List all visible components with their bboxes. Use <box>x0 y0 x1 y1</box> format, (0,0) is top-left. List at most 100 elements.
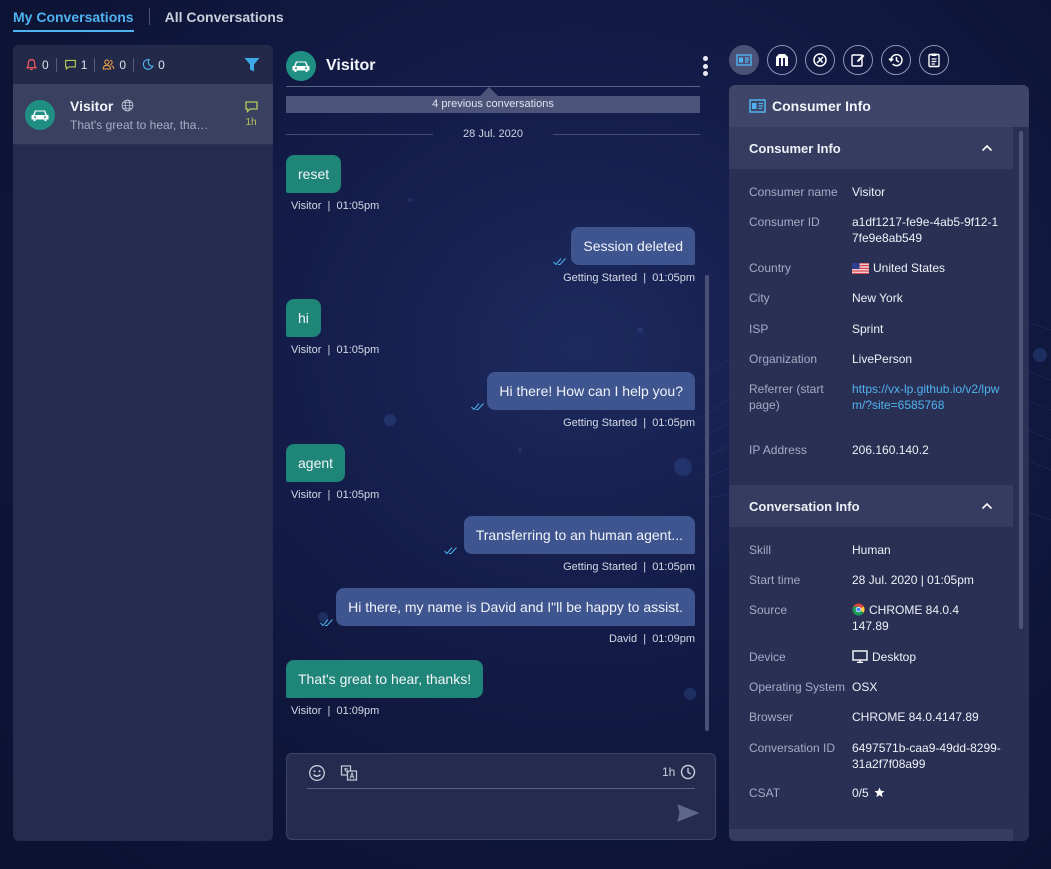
date-separator: 28 Jul. 2020 <box>286 127 700 141</box>
message-input[interactable] <box>307 794 667 834</box>
consumer-info-panel: Consumer Info Consumer Info Consumer nam… <box>729 85 1029 841</box>
previous-conversations-notch <box>480 87 498 96</box>
conversation-list-item[interactable]: Visitor That's great to hear, thanks! 1h <box>13 85 273 145</box>
clipboard-button[interactable] <box>919 45 949 75</box>
conversation-list-panel: 0 1 0 0 Visitor That's great to hear, th <box>13 45 273 841</box>
star-icon <box>874 787 885 798</box>
info-label: CSAT <box>749 786 781 800</box>
message-bubble: That's great to hear, thanks! <box>286 660 484 698</box>
date-label: 28 Jul. 2020 <box>463 128 523 140</box>
message-bubble: Hi there! How can I help you? <box>487 372 695 410</box>
emoji-icon[interactable] <box>308 764 326 782</box>
panel-scrollbar[interactable] <box>1019 131 1023 629</box>
next-section-edge <box>729 829 1013 841</box>
bell-icon <box>25 59 38 71</box>
counter-divider <box>133 57 135 72</box>
notes-button[interactable] <box>843 45 873 75</box>
message-agent: Transferring to an human agent... Gettin… <box>463 516 695 573</box>
info-value: https://vx-lp.github.io/v2/lpwm/?site=65… <box>852 381 1002 413</box>
messages-count: 1 <box>80 57 88 72</box>
info-row: CSAT 0/5 <box>749 785 1019 801</box>
chat-scrollbar[interactable] <box>705 275 709 731</box>
message-bubble: reset <box>286 155 342 193</box>
chat-bubble-icon <box>244 101 258 113</box>
referrer-link[interactable]: https://vx-lp.github.io/v2/lpwm/?site=65… <box>852 382 999 412</box>
engagement-icon <box>776 54 788 66</box>
read-ticks-icon <box>444 547 457 555</box>
chevron-up-icon <box>981 144 993 152</box>
info-row: City New York <box>749 290 1019 306</box>
notes-icon <box>851 54 865 67</box>
info-row: Browser CHROME 84.0.4147.89 <box>749 709 1019 725</box>
info-label: Consumer ID <box>749 215 820 229</box>
info-value: 6497571b-caa9-49dd-8299-31a2f7f08a99 <box>852 741 1001 771</box>
avatar <box>25 99 55 130</box>
message-meta: Visitor | 01:05pm <box>291 489 380 501</box>
previous-conversations-button[interactable]: 4 previous conversations <box>286 96 700 113</box>
message-visitor: hi Visitor | 01:05pm <box>286 299 379 356</box>
panel-title: Consumer Info <box>772 98 871 114</box>
info-value: CHROME 84.0.4147.89 <box>852 710 979 724</box>
filter-icon[interactable] <box>243 56 261 74</box>
composer-time: 1h <box>662 765 676 779</box>
info-row: Organization LivePerson <box>749 351 1019 367</box>
chat-bubble-icon <box>64 59 76 71</box>
info-row: IP Address 206.160.140.2 <box>749 442 1019 458</box>
clock-icon[interactable] <box>680 764 696 780</box>
users-icon <box>103 59 115 70</box>
info-value: New York <box>852 291 903 305</box>
info-row: Operating System OSX <box>749 679 1019 695</box>
messages-counter[interactable]: 1 <box>64 57 88 72</box>
message-bubble: hi <box>286 299 321 337</box>
conversation-name: Visitor <box>70 98 241 114</box>
info-row: Device Desktop <box>749 649 1019 665</box>
more-options-icon[interactable] <box>703 56 709 76</box>
message-meta: Getting Started | 01:05pm <box>563 272 695 284</box>
info-row: Referrer (start page) https://vx-lp.githu… <box>749 381 1019 413</box>
widget-button[interactable] <box>805 45 835 75</box>
alerts-count: 0 <box>42 57 49 72</box>
globe-icon <box>121 99 134 112</box>
conversation-preview: That's great to hear, thanks! <box>70 117 210 132</box>
chat-avatar <box>286 51 316 81</box>
chevron-up-icon <box>981 502 993 510</box>
consumer-info-section-header[interactable]: Consumer Info <box>729 127 1013 169</box>
message-visitor: agent Visitor | 01:05pm <box>286 444 379 501</box>
history-button[interactable] <box>881 45 911 75</box>
consumer-info-button[interactable] <box>729 45 759 75</box>
consumer-info-icon <box>749 99 766 113</box>
info-value: 28 Jul. 2020 | 01:05pm <box>852 573 974 587</box>
moon-icon <box>142 59 154 70</box>
tab-all-conversations[interactable]: All Conversations <box>165 8 284 32</box>
info-value: OSX <box>852 680 878 694</box>
translate-icon[interactable] <box>340 764 358 782</box>
message-meta: Visitor | 01:05pm <box>291 344 380 356</box>
message-bubble: agent <box>286 444 346 482</box>
agents-counter[interactable]: 0 <box>102 58 126 72</box>
message-meta: David | 01:09pm <box>608 633 695 645</box>
message-bubble: Session deleted <box>571 227 695 265</box>
info-row: Source CHROME 84.0.4147.89 <box>749 602 1019 634</box>
counter-divider <box>55 57 57 72</box>
info-label: IP Address <box>749 443 807 457</box>
chat-title: Visitor <box>326 57 376 74</box>
tab-divider <box>148 8 150 25</box>
conversation-info-section-header[interactable]: Conversation Info <box>729 485 1013 527</box>
info-value: a1df1217-fe9e-4ab5-9f12-17fe9e8ab549 <box>852 215 999 245</box>
counters-bar: 0 1 0 0 <box>13 45 273 85</box>
info-label: Browser <box>749 710 794 724</box>
alerts-counter[interactable]: 0 <box>25 58 49 72</box>
info-label: Source <box>749 603 788 617</box>
send-icon[interactable] <box>677 804 699 822</box>
info-value: United States <box>852 260 1002 276</box>
sleeping-counter[interactable]: 0 <box>141 58 165 72</box>
car-icon <box>292 61 310 72</box>
info-label: Conversation ID <box>749 741 836 755</box>
counter-divider <box>94 57 96 72</box>
info-label: Referrer (start page) <box>749 382 824 412</box>
tab-my-conversations[interactable]: My Conversations <box>13 8 134 32</box>
info-row: ISP Sprint <box>749 321 1019 337</box>
conversation-text: Visitor That's great to hear, thanks! <box>70 98 241 132</box>
section-title: Consumer Info <box>749 140 841 156</box>
engagement-button[interactable] <box>767 45 797 75</box>
